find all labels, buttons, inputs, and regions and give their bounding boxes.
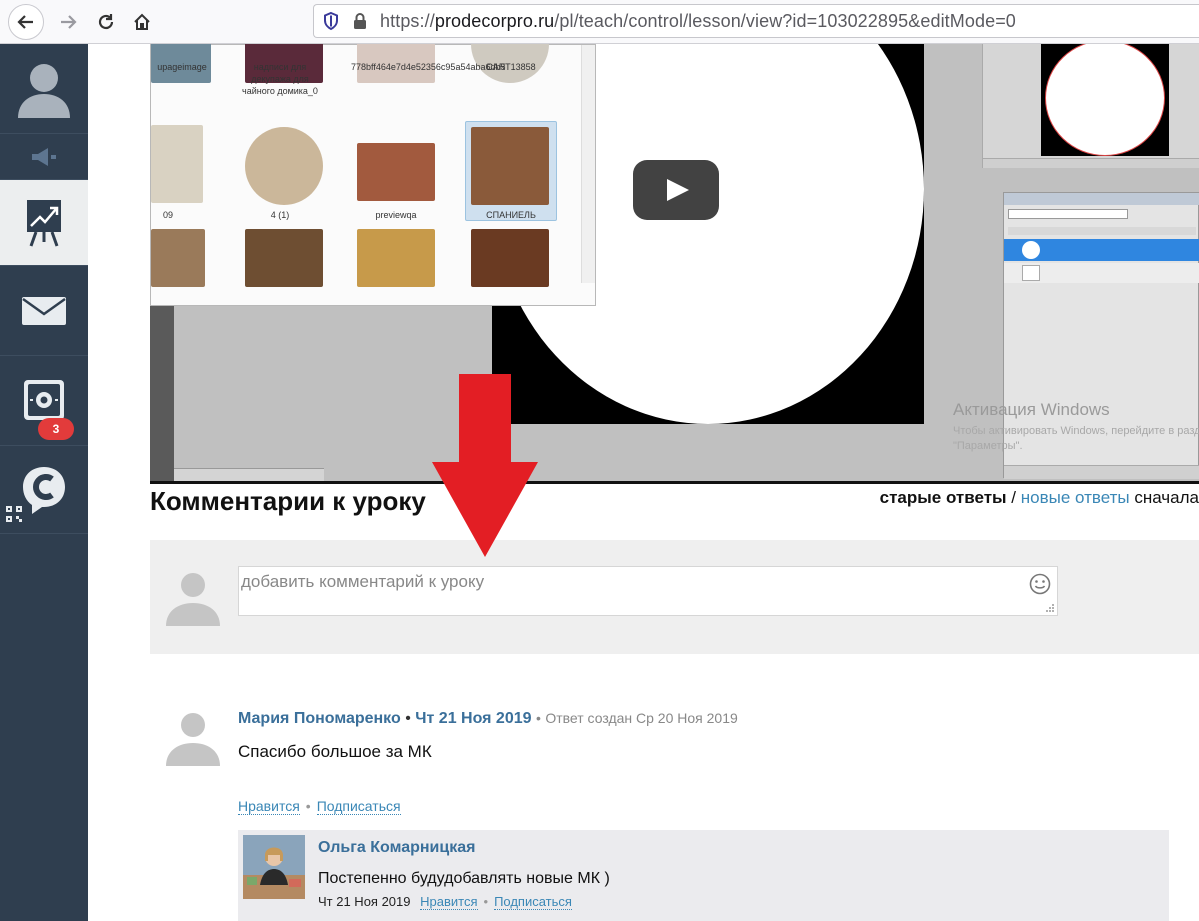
envelope-icon [22, 296, 66, 325]
thumbnail [357, 229, 435, 287]
arrow-right-icon [61, 14, 77, 29]
chart-board-icon [27, 199, 61, 247]
thumbnail [357, 143, 435, 201]
thumbnail [245, 229, 323, 287]
comment-actions: Нравится • Подписаться [238, 798, 401, 815]
thumbnail-caption: СПАНИЕЛЬ [486, 210, 536, 220]
navigator-panel [982, 44, 1199, 168]
back-button[interactable] [8, 3, 44, 40]
sidebar-item-chat[interactable] [0, 446, 88, 534]
sort-suffix: сначала [1129, 488, 1199, 507]
reply-meta: Чт 21 Ноя 2019 Нравится • Подписаться [318, 894, 572, 910]
lesson-video[interactable]: upageimage надписи для декупажа для чайн… [150, 44, 1199, 484]
windows-activation-title: Активация Windows [953, 400, 1110, 419]
like-link[interactable]: Нравится [238, 798, 300, 815]
comment-sort-links: старые ответы / новые ответы сначала [880, 488, 1199, 508]
user-avatar-icon [166, 573, 220, 626]
comment-date-link[interactable]: Чт 21 Ноя 2019 [415, 710, 531, 727]
chat-logo-icon [23, 466, 65, 514]
thumbnail [471, 127, 549, 205]
reply-like-link[interactable]: Нравится [420, 894, 478, 910]
reply-author[interactable]: Ольга Комарницкая [318, 839, 475, 857]
thumbnail-caption: previewqa [375, 210, 417, 220]
sort-old-link[interactable]: старые ответы [880, 488, 1007, 507]
lock-icon [354, 13, 366, 29]
comment-input[interactable]: добавить комментарий к уроку [238, 566, 1058, 616]
reply-author-photo[interactable] [243, 835, 305, 899]
sidebar: 3 [0, 44, 88, 921]
sidebar-item-messages[interactable] [0, 266, 88, 356]
sidebar-item-training[interactable] [0, 180, 88, 266]
home-button[interactable] [126, 6, 158, 38]
thumbnail [151, 125, 203, 203]
resize-handle-icon[interactable] [1045, 603, 1055, 613]
reply-box: Ольга Комарницкая Постепенно будудобавля… [238, 830, 1169, 921]
sidebar-item-notifications[interactable] [0, 134, 88, 180]
reply-text: Постепенно будудобавлять новые МК ) [318, 870, 610, 887]
home-icon [134, 13, 150, 30]
url-text: https://prodecorpro.ru/pl/teach/control/… [380, 10, 1016, 31]
forward-button[interactable] [52, 6, 84, 38]
action-separator: • [483, 894, 489, 909]
thumbnail [471, 229, 549, 287]
comments-title: Комментарии к уроку [150, 486, 426, 516]
comment-author[interactable]: Мария Пономаренко [238, 710, 401, 727]
comment-meta: Ответ создан Ср 20 Ноя 2019 [545, 710, 738, 726]
reload-button[interactable] [90, 6, 122, 38]
browser-toolbar: https://prodecorpro.ru/pl/teach/control/… [0, 0, 1199, 44]
separator-dot: • [535, 710, 541, 726]
explorer-scrollbar[interactable] [581, 45, 595, 283]
emoji-icon[interactable] [1029, 573, 1051, 595]
thumbnail-caption: надписи для декупажа для чайного домика_… [242, 62, 318, 96]
address-bar[interactable]: https://prodecorpro.ru/pl/teach/control/… [313, 4, 1199, 38]
thumbnail-caption: 4 (1) [270, 210, 290, 220]
video-bottom-border [150, 481, 1199, 484]
comment-header: Мария Пономаренко • Чт 21 Ноя 2019 • Отв… [238, 710, 738, 728]
red-arrow-annotation [432, 374, 538, 557]
thumbnail-caption: CART13858 [486, 62, 536, 72]
play-button[interactable] [633, 160, 719, 220]
ps-status-bar [174, 468, 324, 482]
megaphone-icon [32, 147, 56, 166]
reply-date: Чт 21 Ноя 2019 [318, 894, 411, 909]
thumbnail-caption: upageimage [157, 62, 207, 72]
reply-subscribe-link[interactable]: Подписаться [494, 894, 572, 910]
thumbnail-caption: 09 [162, 210, 173, 220]
separator-dot: • [405, 710, 411, 727]
arrow-left-icon [17, 14, 33, 29]
sort-separator: / [1006, 488, 1021, 507]
action-separator: • [305, 798, 311, 814]
notification-badge: 3 [38, 418, 74, 440]
sidebar-item-profile[interactable] [0, 44, 88, 134]
thumbnail-caption: 778bff464e7d4e52356c95a54aba6db5 [351, 62, 506, 72]
ps-left-strip [150, 306, 174, 484]
qr-code-icon [6, 506, 22, 522]
comment-text: Спасибо большое за МК [238, 742, 432, 761]
thumbnail [245, 127, 323, 205]
sidebar-item-settings[interactable]: 3 [0, 356, 88, 446]
thumbnail [151, 229, 205, 287]
add-comment-box: добавить комментарий к уроку [150, 540, 1199, 654]
author-photo-image [243, 835, 305, 899]
shield-icon [324, 11, 338, 31]
windows-activation-text: Чтобы активировать Windows, перейдите в … [953, 425, 1199, 452]
reload-icon [98, 13, 114, 29]
subscribe-link[interactable]: Подписаться [316, 798, 401, 815]
file-explorer-window: upageimage надписи для декупажа для чайн… [150, 44, 596, 306]
user-avatar-icon [18, 63, 70, 118]
commenter-avatar-icon [166, 713, 220, 766]
sort-new-link[interactable]: новые ответы [1021, 488, 1130, 507]
